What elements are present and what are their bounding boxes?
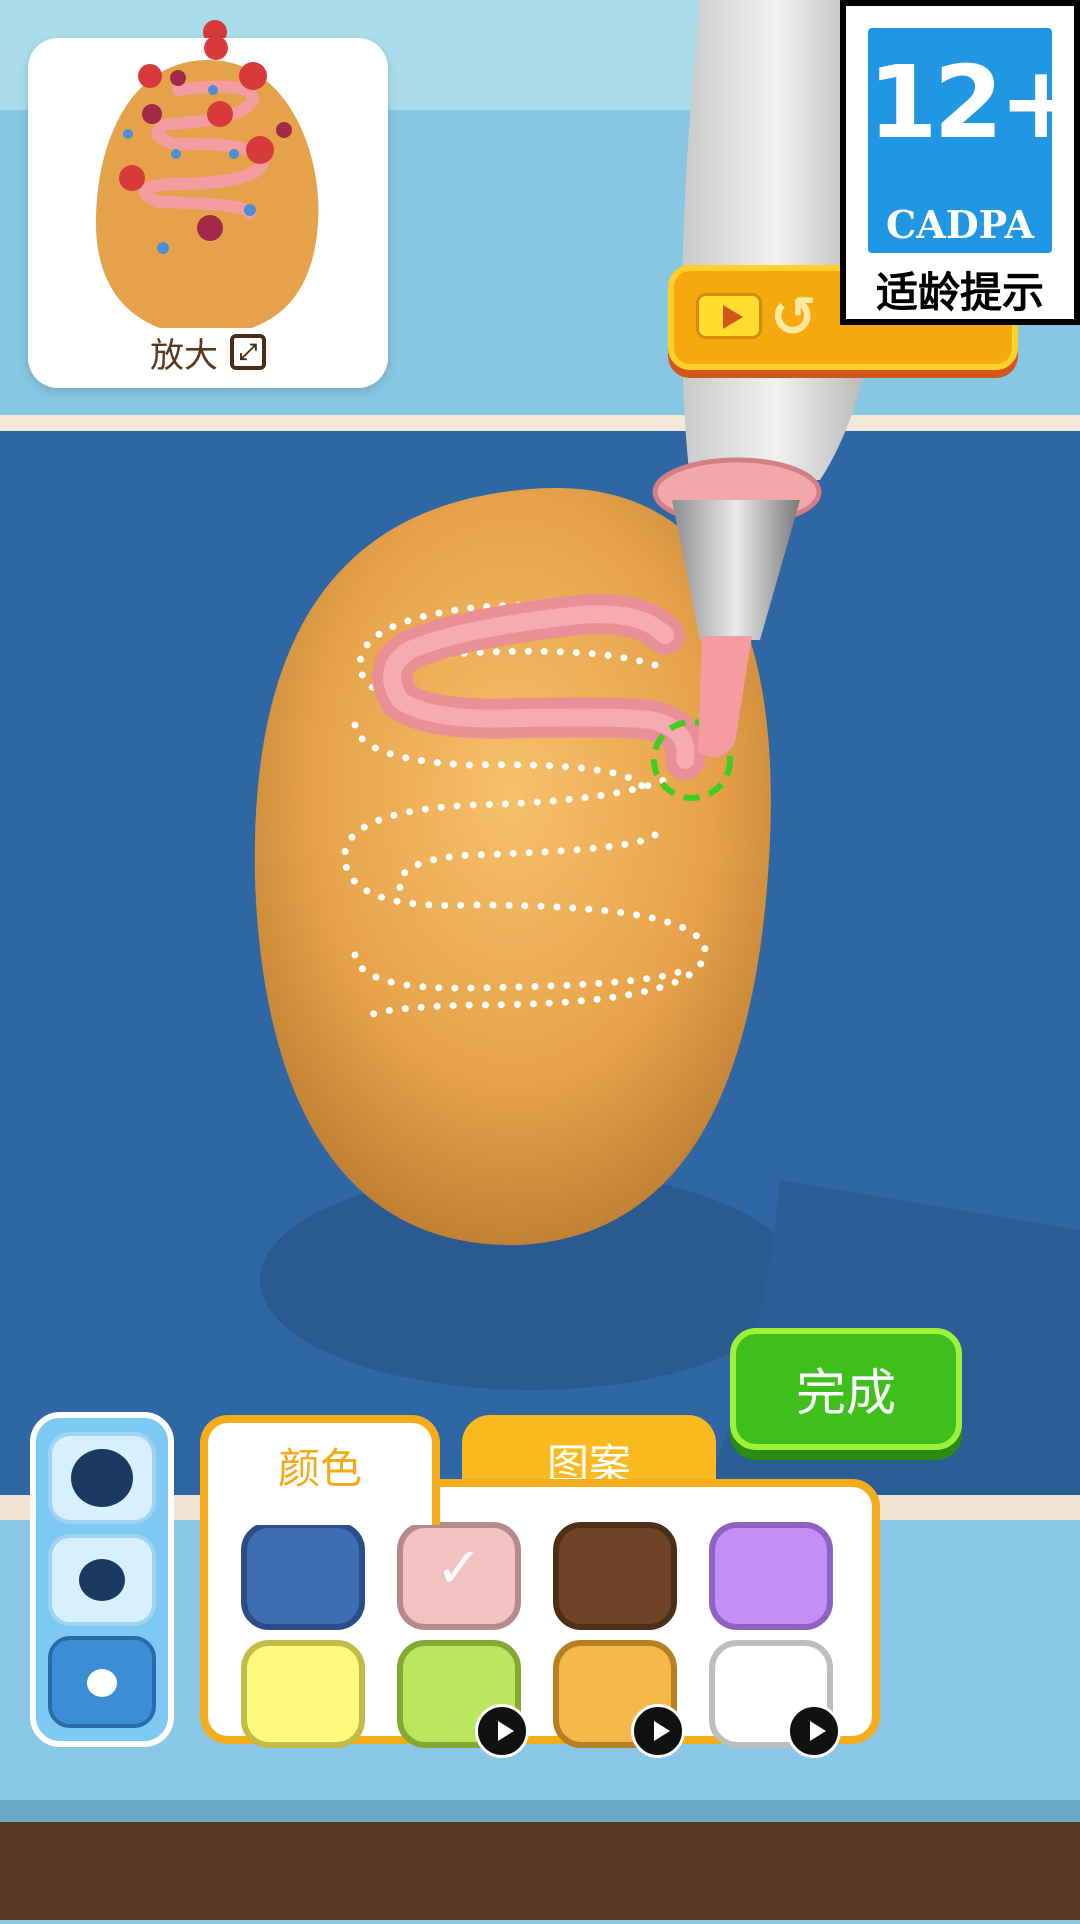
age-rating-inner: 12+ CADPA 适龄提示 [846,6,1080,319]
expand-icon[interactable]: ⤢ [230,334,266,370]
brush-size-large[interactable] [48,1432,156,1524]
age-rating-org: CADPA [886,202,1034,247]
table-edge-top [0,415,1080,431]
swatch-pink[interactable]: ✓ [397,1522,521,1630]
video-ad-icon [787,1704,841,1758]
swatch-orange[interactable] [553,1640,685,1758]
game-scene: 放大 ⤢ ↺ 12+ CADPA 适龄提示 完成 图案 ✓ 颜色 [0,0,1080,1920]
age-rating-number: 12+ [868,44,1080,161]
age-rating-hint: 适龄提示 [875,268,1044,317]
floor-edge [0,1800,1080,1824]
size-dot-small-icon [87,1669,117,1697]
swatch-purple[interactable] [709,1522,833,1630]
tab-color[interactable]: 颜色 [200,1415,440,1525]
video-ad-icon [696,293,762,339]
swatch-brown[interactable] [553,1522,677,1630]
swatch-blue[interactable] [241,1522,365,1630]
undo-icon: ↺ [770,285,817,350]
palette-panel: 图案 ✓ 颜色 [200,1415,880,1758]
size-dot-medium-icon [79,1559,125,1601]
zoom-label: 放大 [150,335,218,376]
size-dot-large-icon [71,1449,133,1507]
preview-bread-image [96,38,319,328]
brush-size-small[interactable] [48,1636,156,1728]
brush-size-panel [30,1412,174,1747]
swatch-yellow[interactable] [241,1640,365,1748]
video-ad-icon [631,1704,685,1758]
age-rating-badge: 12+ CADPA 适龄提示 [840,0,1080,325]
check-icon: ✓ [435,1536,483,1601]
bottom-bar [0,1822,1080,1920]
brush-size-medium[interactable] [48,1534,156,1626]
video-ad-icon [475,1704,529,1758]
age-rating-box: 12+ CADPA [868,28,1080,253]
swatch-white[interactable] [709,1640,841,1758]
preview-card[interactable]: 放大 ⤢ [28,38,388,388]
tab-color-label: 颜色 [277,1444,362,1493]
zoom-row[interactable]: 放大 ⤢ [28,330,388,376]
swatch-lime[interactable] [397,1640,529,1758]
